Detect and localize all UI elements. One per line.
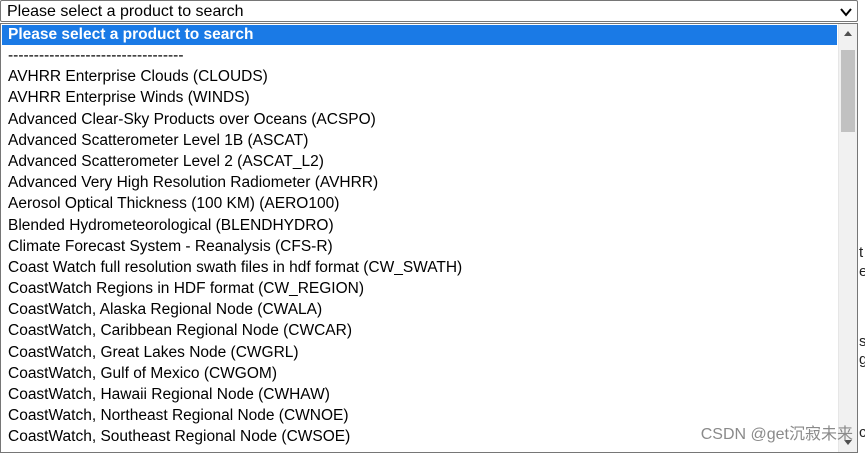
dropdown-option[interactable]: CoastWatch, Great Lakes Node (CWGRL) bbox=[1, 342, 838, 363]
dropdown-option[interactable]: AVHRR Enterprise Clouds (CLOUDS) bbox=[1, 66, 838, 87]
dropdown-option[interactable]: Advanced Scatterometer Level 1B (ASCAT) bbox=[1, 130, 838, 151]
dropdown-option[interactable]: Aerosol Optical Thickness (100 KM) (AERO… bbox=[1, 193, 838, 214]
dropdown-option[interactable]: CoastWatch, Gulf of Mexico (CWGOM) bbox=[1, 363, 838, 384]
dropdown-scrollbar[interactable] bbox=[838, 24, 857, 452]
product-select[interactable]: Please select a product to search bbox=[0, 0, 858, 22]
dropdown-option[interactable]: Advanced Clear-Sky Products over Oceans … bbox=[1, 109, 838, 130]
dropdown-option[interactable]: AVHRR Enterprise Winds (WINDS) bbox=[1, 87, 838, 108]
scroll-thumb[interactable] bbox=[841, 50, 855, 132]
dropdown-option-selected[interactable]: Please select a product to search bbox=[2, 25, 837, 45]
dropdown-option[interactable]: Blended Hydrometeorological (BLENDHYDRO) bbox=[1, 215, 838, 236]
chevron-down-icon[interactable] bbox=[839, 5, 853, 19]
dropdown-option[interactable]: CoastWatch, Caribbean Regional Node (CWC… bbox=[1, 320, 838, 341]
dropdown-option[interactable]: Advanced Scatterometer Level 2 (ASCAT_L2… bbox=[1, 151, 838, 172]
product-select-value: Please select a product to search bbox=[7, 3, 244, 20]
page: t e s g c Please select a product to sea… bbox=[0, 0, 865, 453]
dropdown-option[interactable]: Climate Forecast System - Reanalysis (CF… bbox=[1, 236, 838, 257]
dropdown-option[interactable]: CoastWatch, Alaska Regional Node (CWALA) bbox=[1, 299, 838, 320]
dropdown-option[interactable]: Coast Watch full resolution swath files … bbox=[1, 257, 838, 278]
scroll-up-arrow-icon[interactable] bbox=[843, 29, 853, 39]
background-text-fragment: s bbox=[859, 333, 865, 350]
background-text-fragment: c bbox=[859, 424, 865, 441]
dropdown-options: Please select a product to search -------… bbox=[1, 24, 838, 452]
dropdown-option[interactable]: CoastWatch, Hawaii Regional Node (CWHAW) bbox=[1, 384, 838, 405]
background-text-fragment: t bbox=[859, 244, 864, 261]
dropdown-option[interactable]: ---------------------------------- bbox=[1, 45, 838, 66]
background-text-fragment: e bbox=[859, 263, 865, 280]
dropdown-option[interactable]: Advanced Very High Resolution Radiometer… bbox=[1, 172, 838, 193]
background-text-fragment: g bbox=[859, 351, 865, 368]
watermark: CSDN @get沉寂未来 bbox=[700, 426, 853, 443]
product-dropdown-list[interactable]: Please select a product to search -------… bbox=[0, 23, 858, 453]
dropdown-option[interactable]: CoastWatch Regions in HDF format (CW_REG… bbox=[1, 278, 838, 299]
